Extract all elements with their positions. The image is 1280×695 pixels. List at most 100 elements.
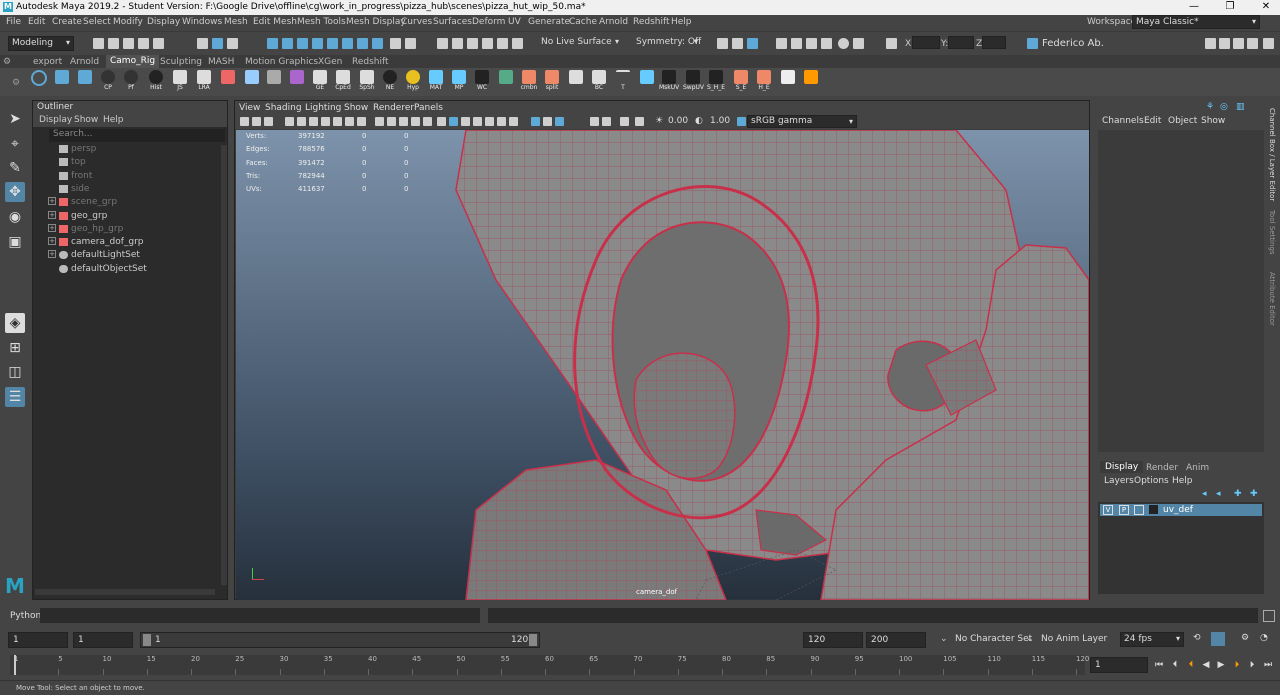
textured-icon[interactable] — [423, 117, 432, 126]
shelf-tab-xgen[interactable]: XGen — [318, 57, 342, 67]
play-backward-icon[interactable]: ◀ — [1200, 659, 1212, 671]
expand-icon[interactable]: + — [48, 223, 56, 232]
shelf-button-cped[interactable]: CpEd — [333, 70, 353, 94]
snap-view-icon[interactable] — [312, 38, 323, 49]
viewport-menu-view[interactable]: View — [239, 103, 260, 113]
paint-weights-button[interactable] — [218, 70, 238, 94]
menu-help[interactable]: Help — [671, 17, 692, 27]
shelf-menu-icon[interactable]: ⚙ — [3, 57, 11, 67]
loop-icon[interactable]: ⟲ — [1193, 633, 1201, 643]
rotate-tool-icon[interactable]: ◉ — [5, 207, 25, 227]
menu-arnold[interactable]: Arnold — [599, 17, 628, 27]
user-name[interactable]: Federico Ab. — [1042, 38, 1104, 49]
four-view-layout-icon[interactable]: ⊞ — [5, 338, 25, 358]
extract-button[interactable] — [566, 70, 586, 94]
viewport-menu-renderer[interactable]: Renderer — [373, 103, 414, 113]
step-back-frame-icon[interactable]: ⏴ — [1169, 659, 1181, 671]
step-forward-key-icon[interactable]: ⏵ — [1231, 659, 1243, 671]
outliner-search-input[interactable]: Search... — [49, 129, 225, 142]
construction-history-icon[interactable] — [437, 38, 448, 49]
outliner-item[interactable]: + geo_hp_grp — [33, 223, 227, 236]
channels-menu-show[interactable]: Show — [1201, 116, 1225, 126]
go-to-start-icon[interactable]: ⏮ — [1153, 659, 1165, 671]
box-button[interactable] — [778, 70, 798, 94]
viewport-menu-show[interactable]: Show — [344, 103, 368, 113]
step-back-key-icon[interactable]: ⏴ — [1185, 659, 1197, 671]
viewport-scene[interactable]: Verts: 397192 0 0 Edges: 788576 0 0 Faces: 391472… — [236, 130, 1089, 600]
shelf-button-hist[interactable]: Hist — [146, 70, 166, 94]
snap-vertex-icon[interactable] — [342, 38, 353, 49]
render-frame-icon[interactable] — [776, 38, 787, 49]
layers-menu-layers[interactable]: Layers — [1104, 476, 1134, 486]
menu-windows[interactable]: Windows — [182, 17, 222, 27]
range-slider-bar[interactable]: 1 120 — [140, 632, 540, 648]
tool-settings-icon[interactable] — [1233, 38, 1244, 49]
viewport-menu-panels[interactable]: Panels — [414, 103, 443, 113]
playblast-icon[interactable] — [853, 38, 864, 49]
magnet-icon[interactable] — [372, 38, 383, 49]
pin-button[interactable] — [242, 70, 262, 94]
shelf-button-swpuv[interactable]: SwpUV — [683, 70, 704, 94]
anim-layer-dropdown[interactable]: No Anim Layer — [1041, 634, 1107, 644]
tweak-icon[interactable] — [620, 117, 629, 126]
outliner-item[interactable]: side — [33, 183, 227, 196]
new-layer-selected-icon[interactable]: ✚ — [1250, 489, 1258, 499]
lasso-icon[interactable] — [452, 38, 463, 49]
color-management-icon[interactable] — [737, 117, 746, 126]
color-space-dropdown[interactable]: sRGB gamma — [747, 115, 857, 128]
side-by-side-layout-icon[interactable]: ◫ — [5, 362, 25, 382]
isolate-icon[interactable] — [375, 117, 384, 126]
layer-tab-render[interactable]: Render — [1146, 463, 1178, 473]
layer-visibility-toggle[interactable]: V — [1103, 505, 1113, 515]
shelf-tab-motion-graphics[interactable]: Motion Graphics — [245, 57, 318, 67]
field-chart-icon[interactable] — [333, 117, 342, 126]
command-language-label[interactable]: Python — [10, 611, 41, 621]
shelf-button-mat[interactable]: MAT — [426, 70, 446, 94]
attribute-toggle-icon[interactable]: ◎ — [1220, 102, 1228, 112]
lasso-tool-icon[interactable]: ⌖ — [5, 134, 25, 154]
menu-edit-mesh[interactable]: Edit Mesh — [253, 17, 297, 27]
outliner-layout-icon[interactable]: ☰ — [5, 387, 25, 407]
character-set-dropdown[interactable]: No Character Set — [955, 634, 1032, 644]
shadows-icon[interactable] — [485, 117, 494, 126]
outliner-item[interactable]: top — [33, 156, 227, 169]
outliner-item[interactable]: + scene_grp — [33, 196, 227, 209]
shelf-button-he[interactable]: H_E — [754, 70, 774, 94]
hypershade-icon[interactable] — [747, 38, 758, 49]
render-region-icon[interactable] — [821, 38, 832, 49]
shelf-button-spsh[interactable]: SpSh — [357, 70, 377, 94]
shelf-button-t[interactable]: T — [613, 70, 633, 94]
shelf-button-js[interactable]: JS — [170, 70, 190, 94]
play-forward-icon[interactable]: ▶ — [1215, 659, 1227, 671]
wireframe-on-shaded-icon[interactable] — [461, 117, 470, 126]
animation-start-field[interactable]: 1 — [8, 632, 68, 648]
channels-menu-object[interactable]: Object — [1168, 116, 1197, 126]
select-hierarchy-icon[interactable] — [197, 38, 208, 49]
workspace-dropdown[interactable]: Maya Classic* — [1132, 15, 1260, 29]
ep-curve-button[interactable] — [75, 70, 95, 94]
step-forward-frame-icon[interactable]: ⏵ — [1246, 659, 1258, 671]
shelf-button-cmbn[interactable]: cmbn — [519, 70, 539, 94]
expand-icon[interactable]: + — [48, 250, 56, 259]
select-component-icon[interactable] — [227, 38, 238, 49]
paint-select-tool-icon[interactable]: ✎ — [5, 158, 25, 178]
go-to-end-icon[interactable]: ⏭ — [1262, 659, 1274, 671]
menu-file[interactable]: File — [6, 17, 21, 27]
viewport-menu-lighting[interactable]: Lighting — [305, 103, 341, 113]
channel-box-layout-icon[interactable]: ▥ — [1236, 102, 1245, 112]
range-start-handle[interactable] — [143, 634, 151, 646]
ipr-render-icon[interactable] — [497, 38, 508, 49]
outliner-menu-display[interactable]: Display — [39, 115, 72, 125]
record-icon[interactable] — [838, 38, 849, 49]
menu-curves[interactable]: Curves — [401, 17, 432, 27]
channel-box-icon[interactable] — [1247, 38, 1258, 49]
menu-modify[interactable]: Modify — [113, 17, 143, 27]
fps-dropdown[interactable]: 24 fps — [1120, 632, 1184, 647]
depth-of-field-icon[interactable] — [543, 117, 552, 126]
shelf-button-split[interactable]: split — [542, 70, 562, 94]
script-editor-icon[interactable] — [1263, 610, 1275, 622]
layers-menu-help[interactable]: Help — [1172, 476, 1193, 486]
xray-joints-icon[interactable] — [399, 117, 408, 126]
menu-cache[interactable]: Cache — [569, 17, 597, 27]
screen-space-ao-icon[interactable] — [497, 117, 506, 126]
